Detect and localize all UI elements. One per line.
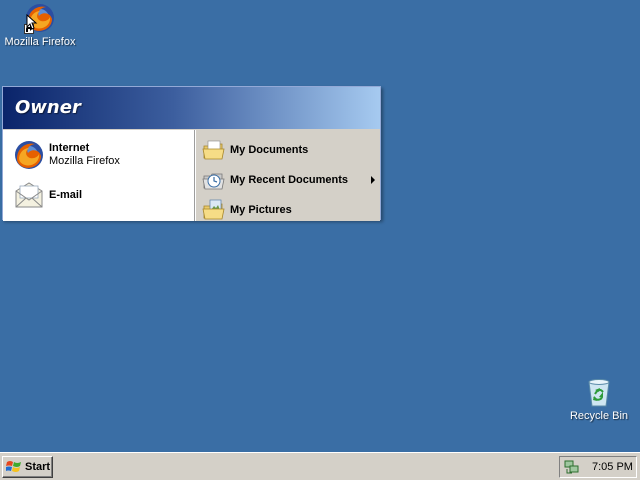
folder-documents-icon [202,138,226,162]
windows-logo-icon [6,460,22,474]
menu-item-my-recent-documents[interactable]: My Recent Documents [196,165,380,195]
start-button[interactable]: Start [2,456,53,478]
menu-item-subtitle: Mozilla Firefox [49,155,120,167]
recent-documents-icon [202,168,226,192]
start-menu-body: Internet Mozilla Firefox E-mail My Docum… [3,130,380,221]
menu-item-my-documents[interactable]: My Documents [196,135,380,165]
folder-pictures-icon [202,198,226,222]
submenu-arrow-icon [371,176,375,184]
menu-item-label: My Recent Documents [230,174,348,186]
user-name: Owner [15,97,81,118]
start-menu: Owner Internet Mozilla Firefox E-mail My… [2,86,381,221]
menu-item-title: E-mail [49,188,83,201]
clock[interactable]: 7:05 PM [592,461,633,473]
desktop-icon-label: Mozilla Firefox [4,36,76,48]
envelope-icon [13,179,45,211]
menu-item-email[interactable]: E-mail [3,175,194,215]
menu-item-label: My Pictures [230,204,292,216]
start-menu-places-list: My Documents My Recent Documents My Pict… [195,130,380,221]
desktop-icon-label: Recycle Bin [569,410,629,422]
system-tray: 7:05 PM [559,456,637,478]
start-menu-pinned-list: Internet Mozilla Firefox E-mail [3,130,195,221]
mouse-cursor-icon [26,13,38,30]
menu-item-internet[interactable]: Internet Mozilla Firefox [3,135,194,175]
taskbar: Start 7:05 PM [0,452,640,480]
menu-item-label: My Documents [230,144,309,156]
network-icon[interactable] [564,459,580,475]
menu-item-title: Internet [49,142,90,154]
start-button-label: Start [25,461,51,473]
start-menu-header: Owner [3,87,380,130]
firefox-icon [13,139,45,171]
desktop-icon-recycle-bin[interactable]: Recycle Bin [559,376,639,422]
desktop-icon-mozilla-firefox[interactable]: Mozilla Firefox [0,2,80,48]
recycle-bin-icon [583,376,615,408]
menu-item-my-pictures[interactable]: My Pictures [196,195,380,225]
